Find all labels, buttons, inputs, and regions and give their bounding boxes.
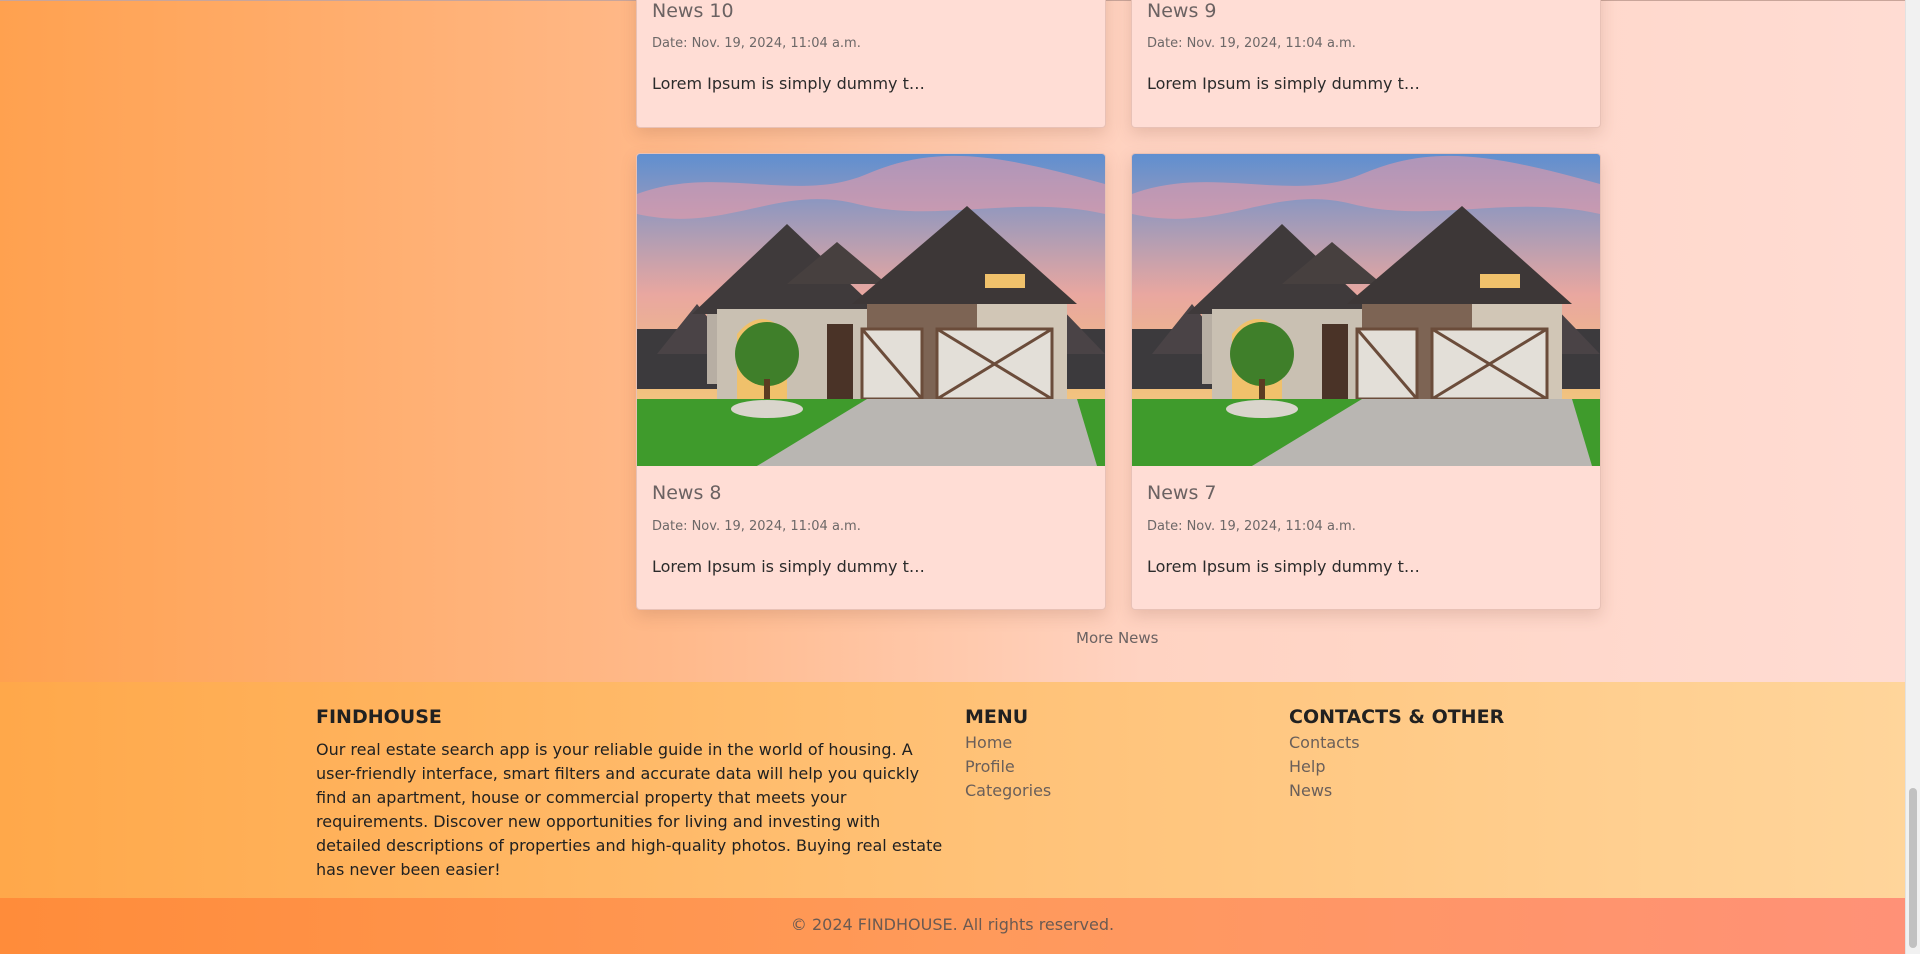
footer-link-categories[interactable]: Categories	[965, 781, 1051, 800]
news-section: News 10 Date: Nov. 19, 2024, 11:04 a.m. …	[0, 0, 1905, 683]
page-viewport: News 10 Date: Nov. 19, 2024, 11:04 a.m. …	[0, 0, 1905, 954]
footer-description: Our real estate search app is your relia…	[316, 740, 943, 879]
footer-link-help[interactable]: Help	[1289, 757, 1325, 776]
footer-link-profile[interactable]: Profile	[965, 757, 1015, 776]
house-image	[637, 154, 1105, 466]
news-card-date: Date: Nov. 19, 2024, 11:04 a.m.	[1147, 36, 1356, 51]
page-scrollbar[interactable]	[1905, 0, 1920, 954]
footer-link-contacts[interactable]: Contacts	[1289, 733, 1360, 752]
news-card-date: Date: Nov. 19, 2024, 11:04 a.m.	[1147, 519, 1356, 534]
house-photo[interactable]	[1132, 154, 1600, 466]
news-card-excerpt: Lorem Ipsum is simply dummy t…	[1147, 74, 1420, 93]
more-news-link[interactable]: More News	[1076, 629, 1159, 647]
site-footer: FINDHOUSE Our real estate search app is …	[0, 682, 1905, 898]
footer-link-news[interactable]: News	[1289, 781, 1332, 800]
footer-menu-title: MENU	[965, 706, 1029, 728]
news-card[interactable]: News 7 Date: Nov. 19, 2024, 11:04 a.m. L…	[1131, 153, 1601, 610]
news-card-title[interactable]: News 8	[652, 482, 721, 504]
news-card-title[interactable]: News 9	[1147, 0, 1216, 22]
news-card-excerpt: Lorem Ipsum is simply dummy t…	[1147, 557, 1420, 576]
news-card-excerpt: Lorem Ipsum is simply dummy t…	[652, 557, 925, 576]
news-card[interactable]: News 9 Date: Nov. 19, 2024, 11:04 a.m. L…	[1131, 0, 1601, 128]
news-card[interactable]: News 10 Date: Nov. 19, 2024, 11:04 a.m. …	[636, 0, 1106, 128]
copyright-text: © 2024 FINDHOUSE. All rights reserved.	[790, 915, 1115, 934]
news-card-excerpt: Lorem Ipsum is simply dummy t…	[652, 74, 925, 93]
house-image	[1132, 154, 1600, 466]
news-card-title[interactable]: News 7	[1147, 482, 1216, 504]
news-card-title[interactable]: News 10	[652, 0, 734, 22]
house-photo[interactable]	[637, 154, 1105, 466]
footer-brand-title: FINDHOUSE	[316, 706, 442, 728]
footer-link-home[interactable]: Home	[965, 733, 1012, 752]
news-card[interactable]: News 8 Date: Nov. 19, 2024, 11:04 a.m. L…	[636, 153, 1106, 610]
copyright-bar: © 2024 FINDHOUSE. All rights reserved.	[0, 898, 1905, 954]
footer-contacts-title: CONTACTS & OTHER	[1289, 706, 1505, 728]
news-card-date: Date: Nov. 19, 2024, 11:04 a.m.	[652, 36, 861, 51]
news-card-date: Date: Nov. 19, 2024, 11:04 a.m.	[652, 519, 861, 534]
scrollbar-thumb[interactable]	[1909, 788, 1917, 948]
